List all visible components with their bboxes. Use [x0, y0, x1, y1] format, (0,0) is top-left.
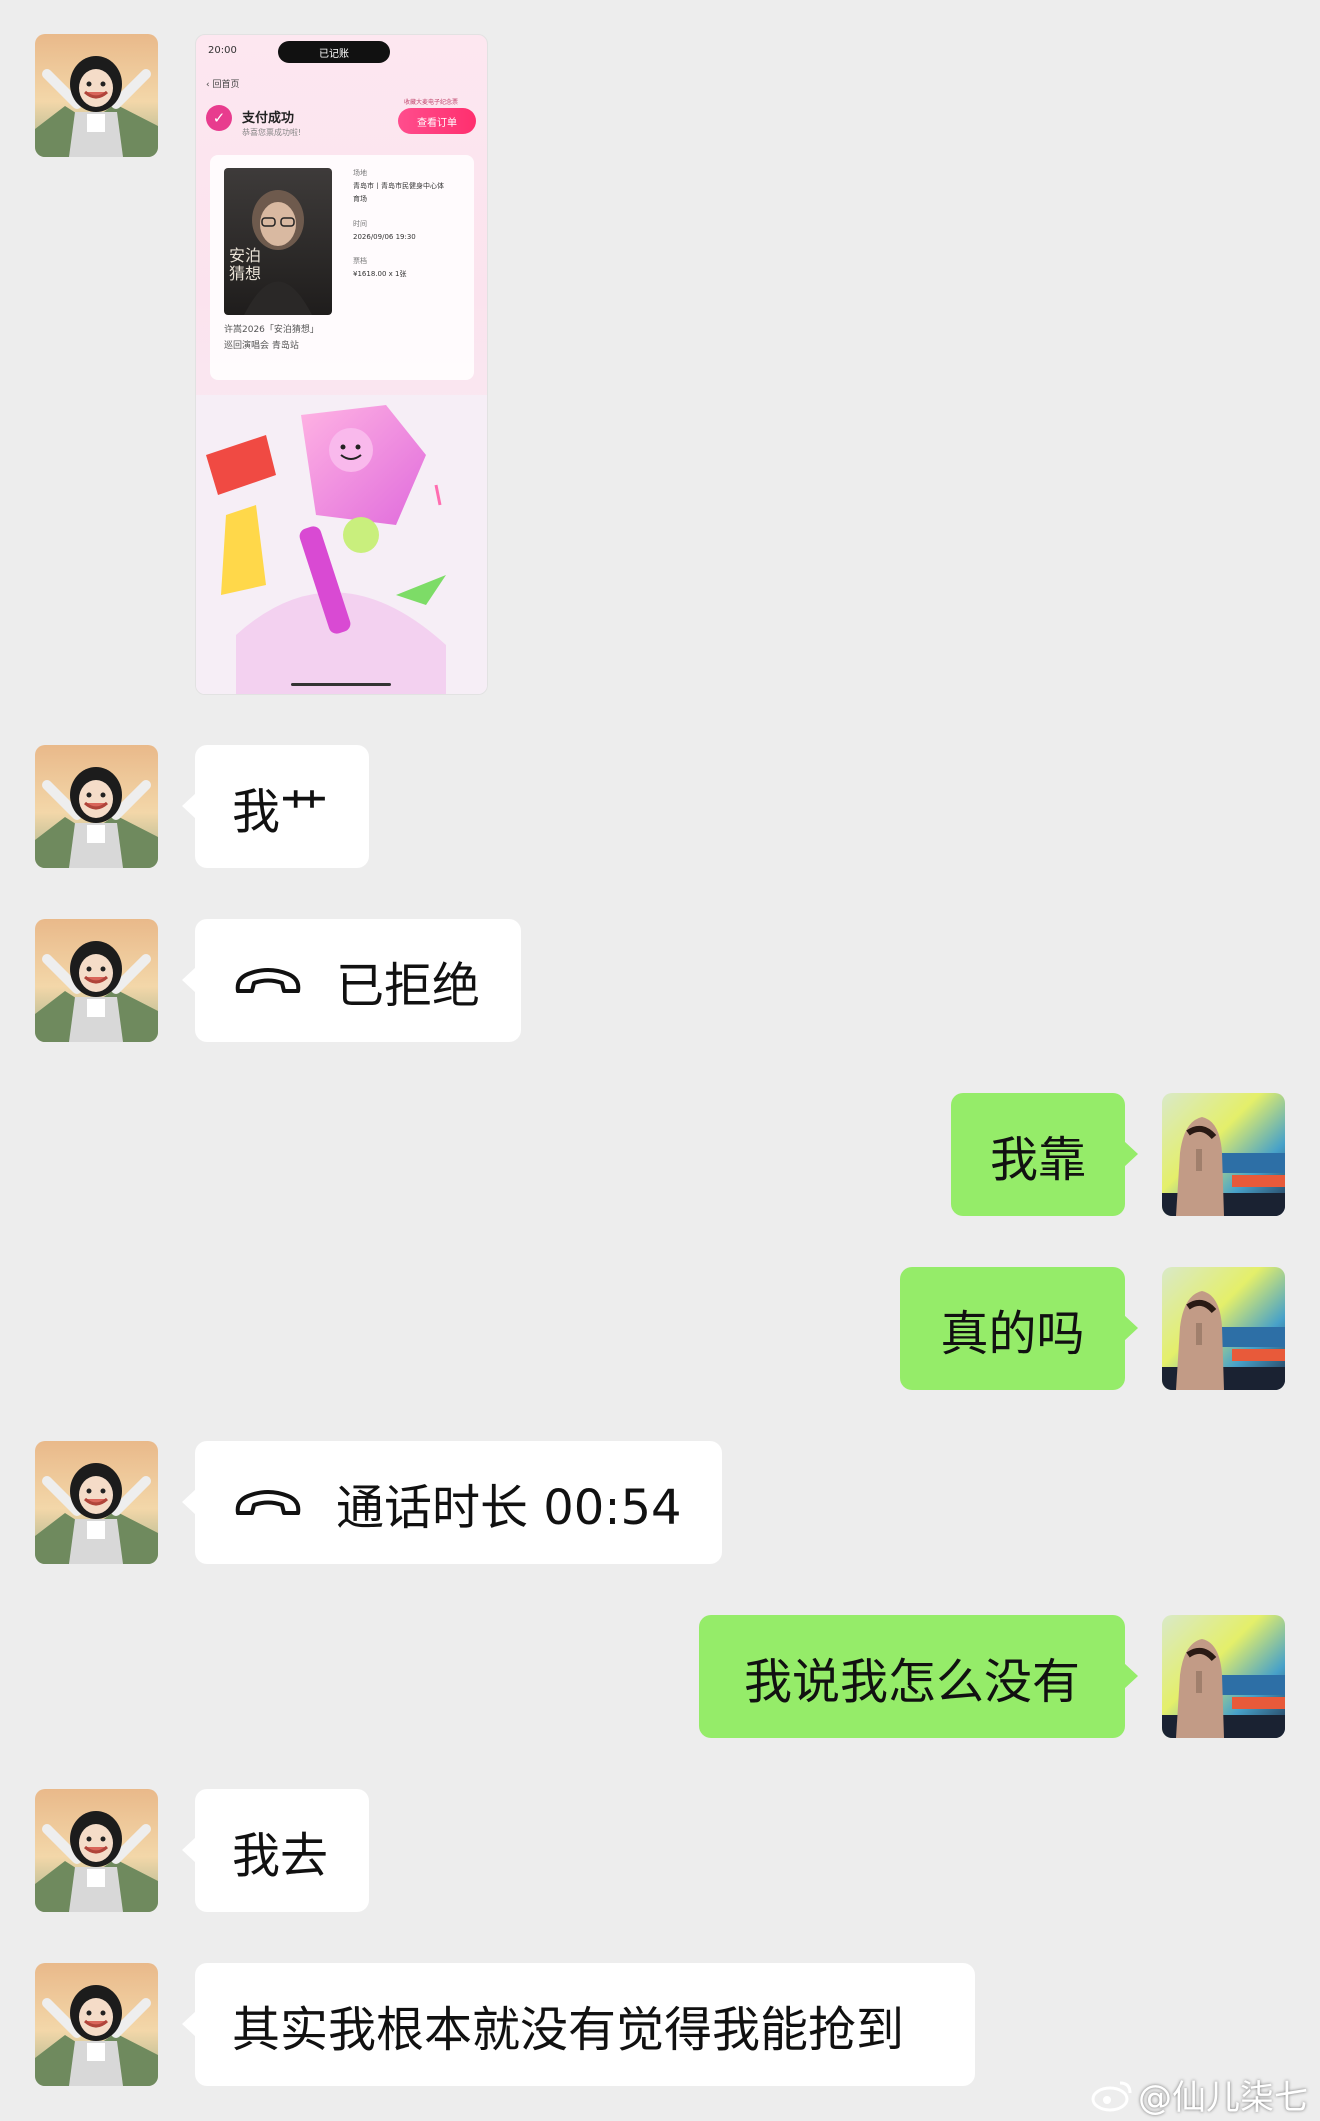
avatar-image — [35, 919, 158, 1042]
avatar-image — [1162, 1267, 1285, 1390]
avatar[interactable] — [35, 745, 158, 868]
avatar[interactable] — [35, 919, 158, 1042]
message-bubble[interactable]: 其实我根本就没有觉得我能抢到 — [182, 1963, 975, 2086]
home-indicator — [291, 683, 391, 686]
promo-illustration — [196, 395, 487, 694]
avatar[interactable] — [35, 1789, 158, 1912]
message-bubble[interactable]: 我靠 — [951, 1093, 1138, 1216]
poster-art — [244, 190, 312, 315]
avatar-image — [35, 1441, 158, 1564]
message-bubble[interactable]: 我说我怎么没有 — [699, 1615, 1138, 1738]
message-text: 我靠 — [989, 1131, 1086, 1188]
screenshot-image-message[interactable]: 20:00 已记账 ‹ 回首页 ✓ 支付成功 恭喜您票成功啦! 收藏大麦电子纪念… — [195, 34, 488, 695]
venue-label: 场地 — [353, 169, 367, 177]
avatar-image — [35, 34, 158, 157]
poster-title: 安泊 猜想 — [229, 246, 262, 283]
concert-poster — [224, 168, 332, 315]
time-info: 时间 2026/09/06 19:30 — [353, 218, 416, 244]
watermark-text: @仙儿柒七 — [1138, 2078, 1308, 2118]
avatar[interactable] — [35, 1963, 158, 2086]
view-order-button: 查看订单 — [398, 108, 476, 134]
avatar-image — [1162, 1093, 1285, 1216]
message-text: 我去 — [232, 1827, 329, 1884]
order-tag: 收藏大麦电子纪念票 — [404, 99, 459, 106]
message-bubble[interactable]: 我艹 — [182, 745, 369, 868]
price-info: 票档 ¥1618.00 x 1张 — [353, 255, 406, 281]
avatar[interactable] — [35, 1441, 158, 1564]
weibo-icon — [1091, 2081, 1132, 2111]
message-text: 其实我根本就没有觉得我能抢到 — [232, 2001, 905, 2058]
time-value: 2026/09/06 19:30 — [353, 233, 416, 241]
avatar-image — [1162, 1615, 1285, 1738]
view-order-label: 查看订单 — [417, 117, 457, 129]
island-text: 已记账 — [319, 48, 349, 60]
message-bubble[interactable]: 真的吗 — [900, 1267, 1138, 1390]
dynamic-island: 已记账 — [278, 41, 390, 63]
concert-name: 许嵩2026「安泊猜想」 巡回演唱会 青岛站 — [224, 325, 319, 351]
my-avatar[interactable] — [1162, 1615, 1285, 1738]
call-message-bubble[interactable]: 已拒绝 — [182, 919, 521, 1042]
avatar[interactable] — [35, 34, 158, 157]
price-value: ¥1618.00 x 1张 — [353, 270, 407, 278]
call-message-bubble[interactable]: 通话时长 00:54 — [182, 1441, 722, 1564]
pay-title: 支付成功 — [242, 111, 295, 126]
back-link: ‹ 回首页 — [206, 80, 240, 90]
status-time: 20:00 — [208, 45, 237, 56]
call-status-text: 已拒绝 — [336, 957, 481, 1014]
message-text: 真的吗 — [940, 1305, 1085, 1362]
avatar-image — [35, 745, 158, 868]
venue-info: 场地 青岛市丨青岛市民健身中心体 育场 — [353, 167, 444, 206]
time-label: 时间 — [353, 220, 367, 228]
avatar-image — [35, 1963, 158, 2086]
phone-handset-icon — [235, 967, 301, 993]
message-text: 我说我怎么没有 — [743, 1653, 1080, 1710]
pay-subtitle: 恭喜您票成功啦! — [242, 128, 302, 137]
my-avatar[interactable] — [1162, 1093, 1285, 1216]
venue-value: 青岛市丨青岛市民健身中心体 育场 — [353, 182, 444, 203]
back-label: 回首页 — [212, 80, 240, 90]
message-bubble[interactable]: 我去 — [182, 1789, 369, 1912]
watermark: @仙儿柒七 — [1090, 2070, 1308, 2119]
price-label: 票档 — [353, 257, 367, 265]
call-duration-text: 通话时长 00:54 — [336, 1479, 682, 1536]
avatar-image — [35, 1789, 158, 1912]
message-text: 我艹 — [232, 783, 329, 840]
phone-handset-icon — [235, 1489, 301, 1515]
my-avatar[interactable] — [1162, 1267, 1285, 1390]
check-icon: ✓ — [206, 105, 232, 131]
